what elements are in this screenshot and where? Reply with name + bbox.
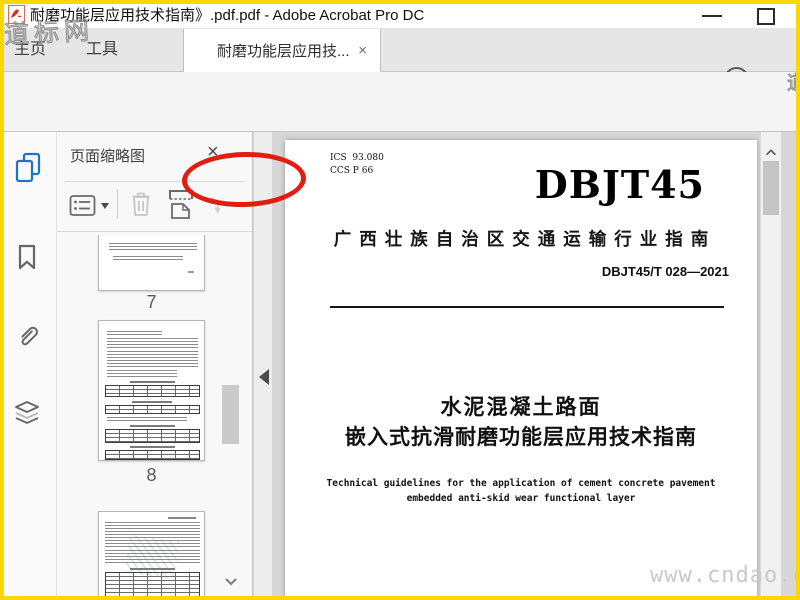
thumbnail-label: 8 — [146, 465, 157, 485]
document-scrollbar-thumb[interactable] — [763, 161, 779, 215]
pdf-file-icon — [8, 5, 25, 24]
tab-tools[interactable]: 工具 — [86, 28, 118, 72]
thumbnail-page-7[interactable] — [98, 235, 205, 291]
maximize-icon[interactable] — [757, 8, 775, 25]
navigation-pane-strip — [0, 132, 57, 600]
tab-document[interactable]: 耐磨功能层应用技... × — [183, 29, 381, 72]
thumbnail-options-icon[interactable] — [69, 194, 97, 223]
doc-standard-number: DBJT45/T 028—2021 — [601, 264, 729, 279]
doc-org-line: 广西壮族自治区交通运输行业指南 — [333, 229, 717, 249]
doc-standard-code: DBJT45 — [534, 162, 705, 207]
panel-title: 页面缩略图 — [70, 148, 146, 165]
minimize-icon[interactable] — [702, 15, 722, 17]
doc-ccs-code: CCS P 66 — [330, 166, 374, 176]
title-bar: 耐磨功能层应用技术指南》.pdf.pdf - Adobe Acrobat Pro… — [0, 0, 800, 28]
acrobat-window: 耐磨功能层应用技术指南》.pdf.pdf - Adobe Acrobat Pro… — [0, 0, 800, 600]
main-toolbar: / 23 43.1% — [0, 72, 800, 209]
doc-title-line2: 嵌入式抗滑耐磨功能层应用技术指南 — [345, 426, 697, 449]
thumbnail-label: 7 — [146, 292, 157, 312]
options-caret-icon[interactable] — [101, 203, 109, 209]
crop-pages-icon[interactable] — [167, 189, 195, 226]
document-scrollbar[interactable] — [760, 132, 782, 600]
layers-panel-icon[interactable] — [13, 398, 41, 431]
scroll-down-icon[interactable] — [223, 574, 239, 592]
tab-close-icon[interactable]: × — [358, 42, 367, 59]
thumbnail-page-9[interactable] — [98, 511, 205, 600]
tab-bar: 主页 工具 耐磨功能层应用技... × ? 道标网 — [0, 28, 800, 94]
panel-toolbar-divider — [117, 189, 118, 219]
doc-ics-code: ICS 93.080 — [330, 153, 384, 163]
panel-close-icon[interactable]: × — [207, 141, 219, 164]
document-view: ICS 93.080 CCS P 66 DBJT45 广西壮族自治区交通运输行业… — [272, 132, 800, 600]
thumbnail-page-8[interactable] — [98, 320, 205, 461]
panel-splitter[interactable] — [253, 132, 272, 600]
pdf-page: ICS 93.080 CCS P 66 DBJT45 广西壮族自治区交通运输行业… — [285, 140, 757, 600]
collapse-panel-icon[interactable] — [259, 369, 269, 385]
attachments-panel-icon[interactable] — [14, 320, 40, 355]
doc-rule — [330, 306, 724, 308]
delete-pages-icon — [129, 189, 153, 224]
page-thumbnails-panel: 页面缩略图 × 7 8 — [57, 132, 253, 600]
doc-english-title1: Technical guidelines for the application… — [326, 478, 716, 489]
doc-title-line1: 水泥混凝土路面 — [440, 396, 602, 419]
tab-home[interactable]: 主页 — [14, 28, 46, 72]
window-title: 耐磨功能层应用技术指南》.pdf.pdf - Adobe Acrobat Pro… — [30, 7, 425, 24]
doc-english-title2: embedded anti-skid wear functional layer — [406, 493, 636, 504]
panel-divider — [65, 181, 245, 182]
page-thumbnails-panel-icon[interactable] — [14, 152, 42, 189]
tab-document-label: 耐磨功能层应用技... — [217, 43, 350, 60]
panel-scrollbar-thumb[interactable] — [222, 385, 239, 444]
bookmarks-panel-icon[interactable] — [15, 243, 39, 276]
rotate-pages-icon — [208, 194, 222, 221]
